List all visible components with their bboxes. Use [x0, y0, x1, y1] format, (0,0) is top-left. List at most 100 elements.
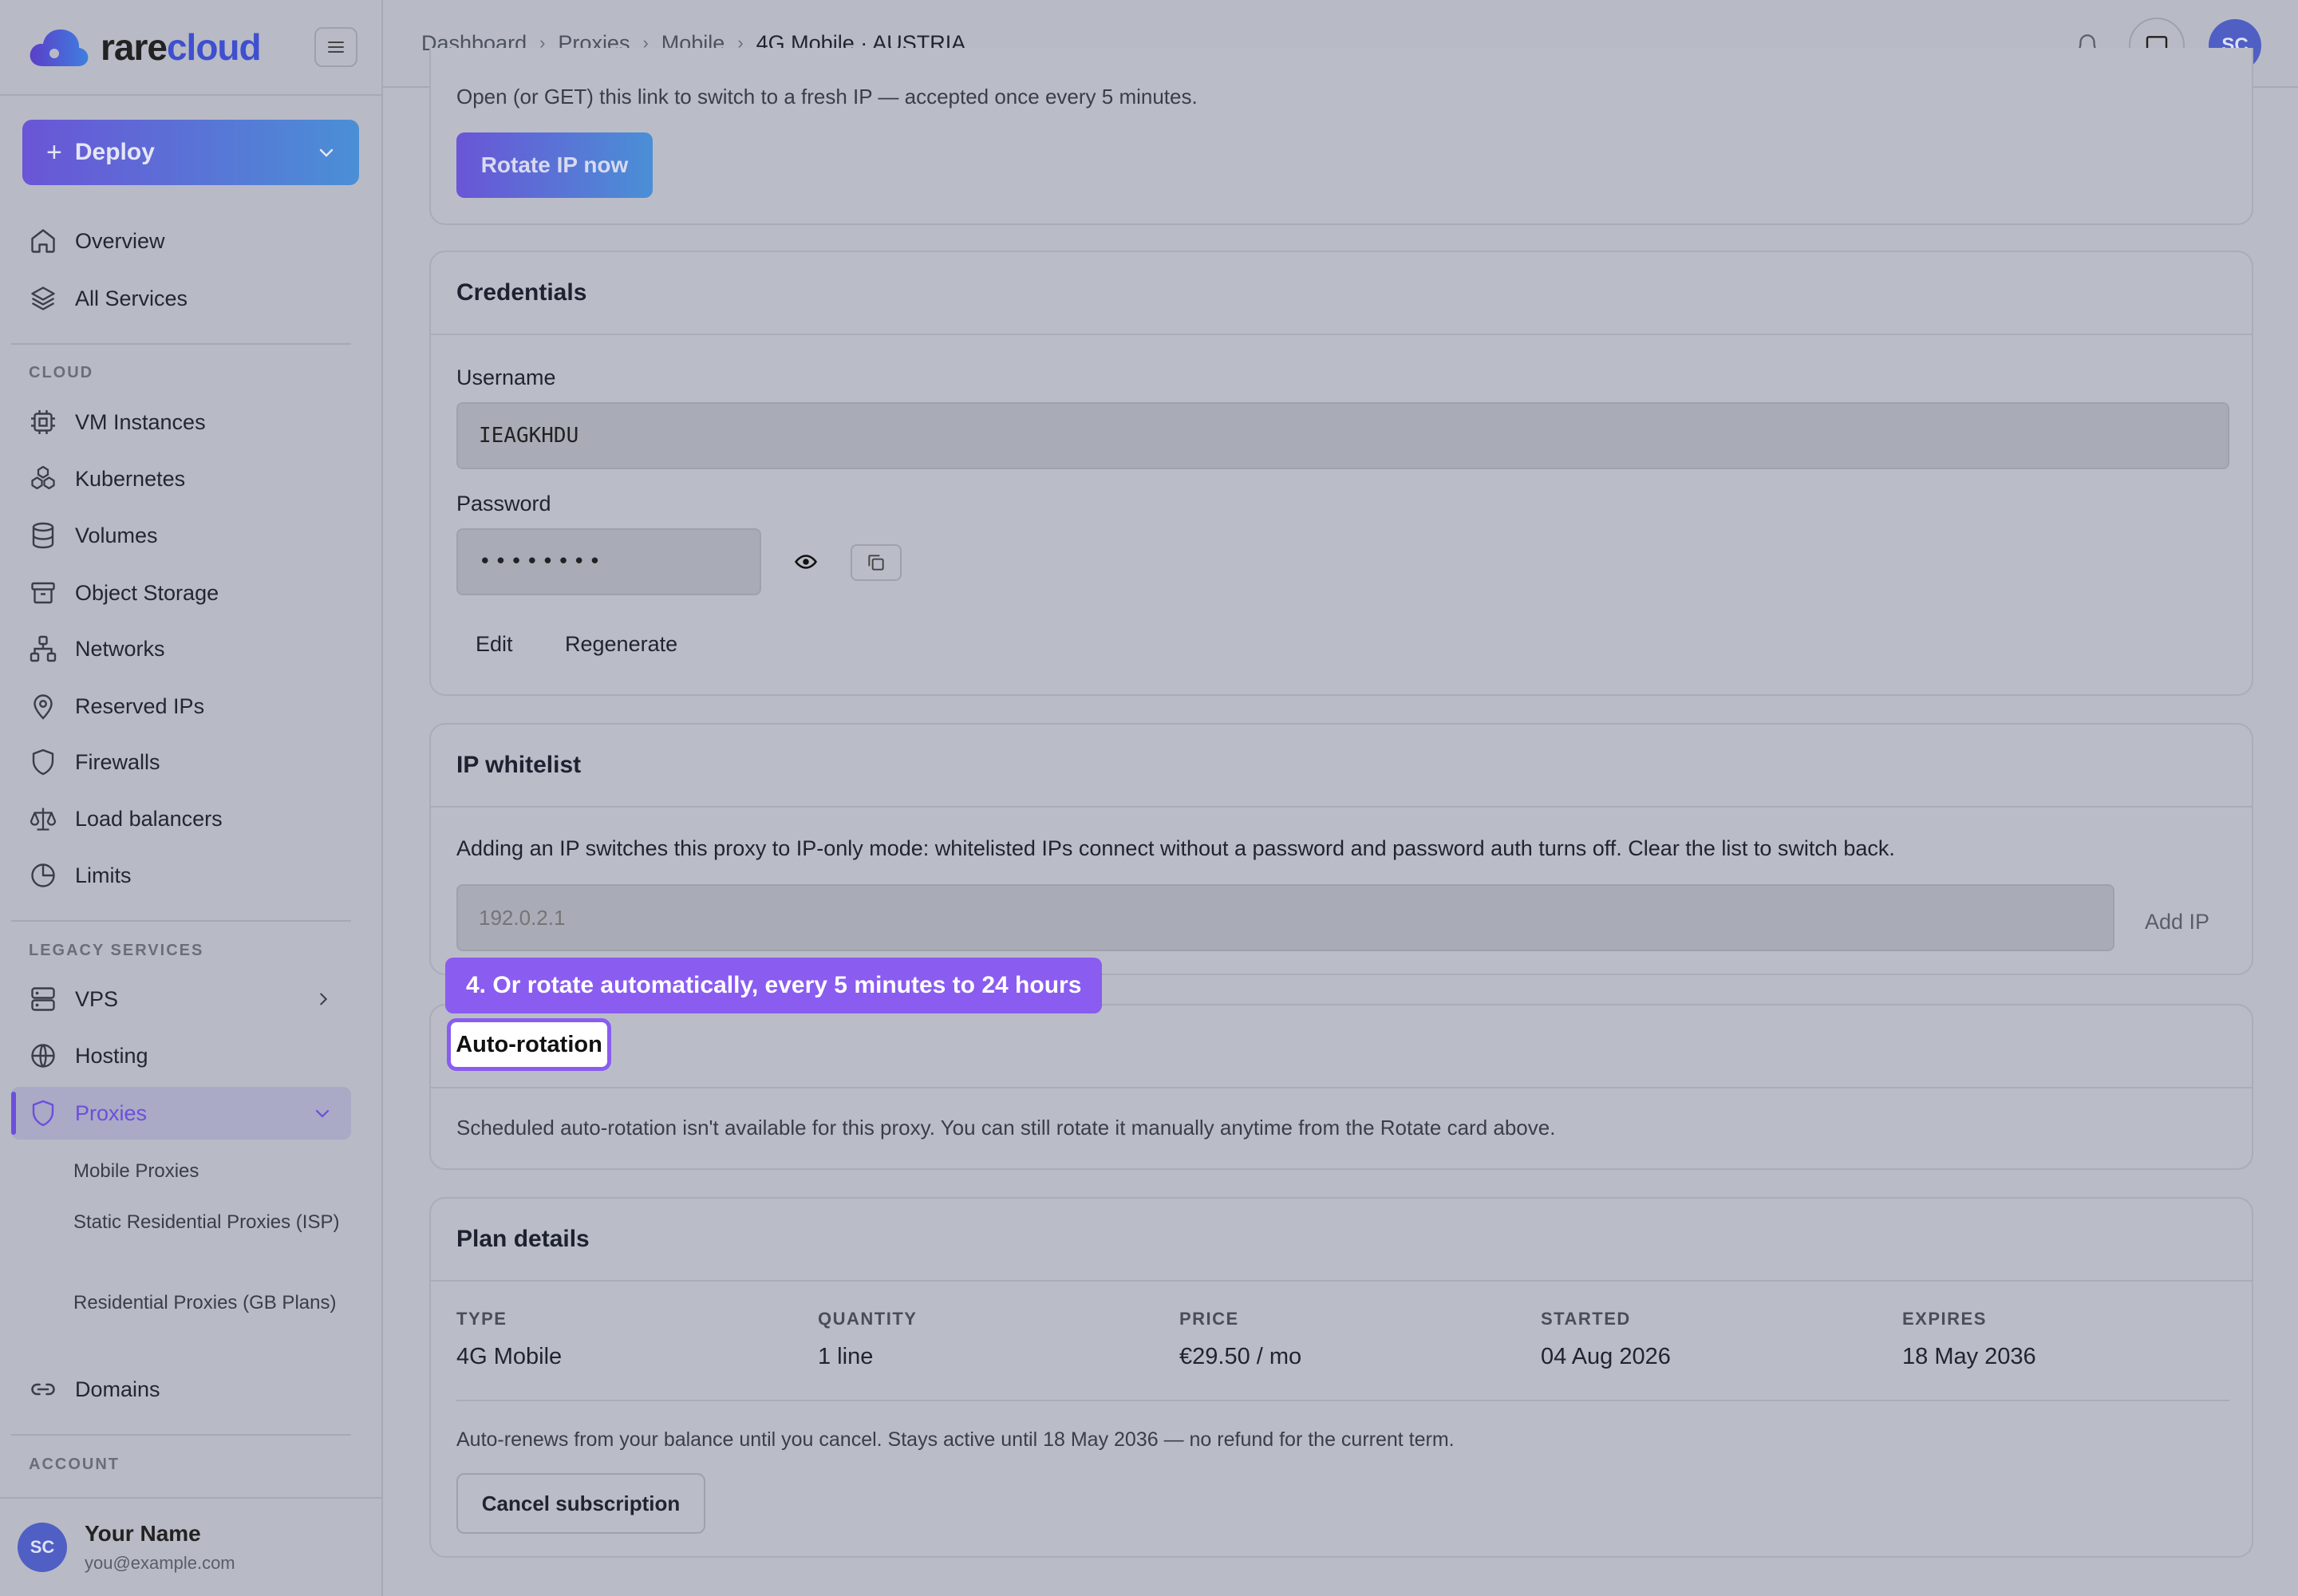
rotate-hint: Open (or GET) this link to switch to a f…: [456, 85, 1198, 109]
sidebar-item-hosting[interactable]: Hosting: [29, 1036, 148, 1076]
plus-icon: +: [46, 136, 62, 168]
brand-name-b: cloud: [166, 26, 262, 68]
password-field[interactable]: ••••••••: [456, 528, 761, 595]
credentials-title: Credentials: [431, 252, 2252, 335]
pie-chart-icon: [31, 863, 55, 887]
map-pin-icon: [34, 694, 53, 720]
column-value: 1 line: [818, 1344, 874, 1369]
sidebar-item-label: Object Storage: [75, 580, 219, 605]
sidebar-subitem-static-residential[interactable]: Static Residential Proxies (ISP): [73, 1208, 345, 1237]
scale-icon: [30, 808, 57, 831]
copy-password-button[interactable]: [851, 544, 902, 581]
column-value: €29.50 / mo: [1179, 1344, 1302, 1369]
plan-column-price: PRICE €29.50 / mo: [1179, 1309, 1541, 1370]
sidebar-item-kubernetes[interactable]: Kubernetes: [29, 459, 185, 499]
sidebar-item-label: All Services: [75, 286, 188, 310]
eye-icon: [794, 555, 818, 569]
layers-icon: [31, 286, 55, 310]
sidebar-item-all-services[interactable]: All Services: [29, 279, 188, 318]
link-icon: [31, 1383, 55, 1396]
sidebar-item-label: VM Instances: [75, 409, 206, 434]
brand-name-a: rare: [101, 26, 168, 68]
sidebar-item-label: Load balancers: [75, 806, 223, 831]
sidebar-divider: [11, 920, 351, 922]
plan-column-type: TYPE 4G Mobile: [456, 1309, 818, 1370]
logo[interactable]: rarecloud: [29, 26, 262, 69]
copy-icon: [868, 555, 884, 571]
shield-icon: [32, 749, 54, 776]
column-value: 04 Aug 2026: [1541, 1344, 1671, 1369]
column-header: STARTED: [1541, 1309, 1631, 1329]
sidebar-item-proxies[interactable]: Proxies: [29, 1093, 332, 1133]
sidebar-item-domains[interactable]: Domains: [29, 1369, 160, 1409]
sidebar-item-vm-instances[interactable]: VM Instances: [29, 402, 206, 442]
ip-whitelist-title: IP whitelist: [431, 725, 2252, 808]
sidebar-item-volumes[interactable]: Volumes: [29, 516, 158, 555]
archive-icon: [31, 582, 55, 604]
chevron-right-icon: [320, 993, 328, 1005]
column-header: EXPIRES: [1902, 1309, 1987, 1329]
sidebar-divider: [11, 1434, 351, 1436]
rotate-card: Open (or GET) this link to switch to a f…: [429, 48, 2253, 225]
sidebar-item-firewalls[interactable]: Firewalls: [29, 742, 160, 782]
chevron-down-icon: [319, 148, 334, 157]
sidebar: rarecloud + Deploy Overview All Services…: [0, 0, 383, 1596]
column-value: 4G Mobile: [456, 1344, 563, 1369]
username-field[interactable]: IEAGKHDU: [456, 402, 2229, 469]
kubernetes-icon: [31, 465, 55, 490]
sidebar-item-limits[interactable]: Limits: [29, 855, 132, 895]
sidebar-item-label: Domains: [75, 1377, 160, 1401]
column-header: PRICE: [1179, 1309, 1239, 1329]
sidebar-item-load-balancers[interactable]: Load balancers: [29, 799, 223, 839]
sidebar-subitem-mobile-proxies[interactable]: Mobile Proxies: [73, 1157, 345, 1186]
section-label-legacy: LEGACY SERVICES: [29, 942, 204, 959]
deploy-button[interactable]: + Deploy: [22, 120, 359, 185]
sidebar-item-label: Overview: [75, 228, 165, 253]
sidebar-item-label: Firewalls: [75, 749, 160, 774]
plan-details-grid: TYPE 4G Mobile QUANTITY 1 line PRICE €29…: [456, 1309, 2229, 1370]
plan-details-card: Plan details TYPE 4G Mobile QUANTITY 1 l…: [429, 1197, 2253, 1558]
home-icon: [31, 229, 55, 253]
sidebar-item-vps[interactable]: VPS: [29, 979, 332, 1019]
sidebar-item-label: Reserved IPs: [75, 693, 205, 718]
network-icon: [30, 635, 57, 662]
sidebar-item-label: Limits: [75, 863, 132, 887]
auto-rotation-card: Scheduled auto-rotation isn't available …: [429, 1004, 2253, 1170]
user-name: Your Name: [85, 1521, 201, 1546]
plan-column-expires: EXPIRES 18 May 2036: [1902, 1309, 2221, 1370]
sidebar-item-label: Networks: [75, 636, 165, 661]
column-header: QUANTITY: [818, 1309, 918, 1329]
cloud-logo-icon: [30, 29, 89, 66]
deploy-label: Deploy: [74, 139, 155, 165]
section-label-account: ACCOUNT: [29, 1456, 120, 1473]
sidebar-item-reserved-ips[interactable]: Reserved IPs: [29, 686, 204, 726]
ip-whitelist-description: Adding an IP switches this proxy to IP-o…: [456, 836, 1895, 860]
sidebar-item-label: Volumes: [75, 523, 158, 547]
sidebar-subitem-residential-gb[interactable]: Residential Proxies (GB Plans): [73, 1289, 345, 1317]
toggle-password-visibility-button[interactable]: [788, 544, 823, 579]
auto-rotation-header: [431, 1005, 2252, 1088]
plan-column-quantity: QUANTITY 1 line: [818, 1309, 1179, 1370]
menu-icon: [328, 41, 344, 53]
auto-rotation-title: Auto-rotation: [447, 1018, 611, 1071]
cancel-subscription-button[interactable]: Cancel subscription: [456, 1473, 705, 1534]
add-ip-button[interactable]: Add IP: [2145, 910, 2209, 934]
auto-rotation-description: Scheduled auto-rotation isn't available …: [456, 1116, 1556, 1140]
sidebar-item-networks[interactable]: Networks: [29, 629, 165, 669]
user-menu[interactable]: SC Your Name you@example.com: [0, 1497, 381, 1596]
cpu-icon: [31, 410, 55, 434]
rotate-ip-button[interactable]: Rotate IP now: [456, 132, 653, 198]
sidebar-item-label: Kubernetes: [75, 466, 186, 491]
sidebar-toggle-button[interactable]: [314, 27, 357, 67]
server-icon: [31, 987, 55, 1011]
username-label: Username: [456, 365, 556, 389]
plan-details-title: Plan details: [431, 1199, 2252, 1282]
plan-renewal-note: Auto-renews from your balance until you …: [456, 1428, 1455, 1451]
sidebar-item-overview[interactable]: Overview: [29, 221, 165, 261]
ip-input[interactable]: [456, 884, 2114, 951]
user-email: you@example.com: [85, 1553, 235, 1573]
password-label: Password: [456, 492, 551, 516]
regenerate-password-button[interactable]: Regenerate: [565, 632, 677, 657]
edit-password-button[interactable]: Edit: [476, 632, 513, 657]
sidebar-item-object-storage[interactable]: Object Storage: [29, 573, 219, 613]
